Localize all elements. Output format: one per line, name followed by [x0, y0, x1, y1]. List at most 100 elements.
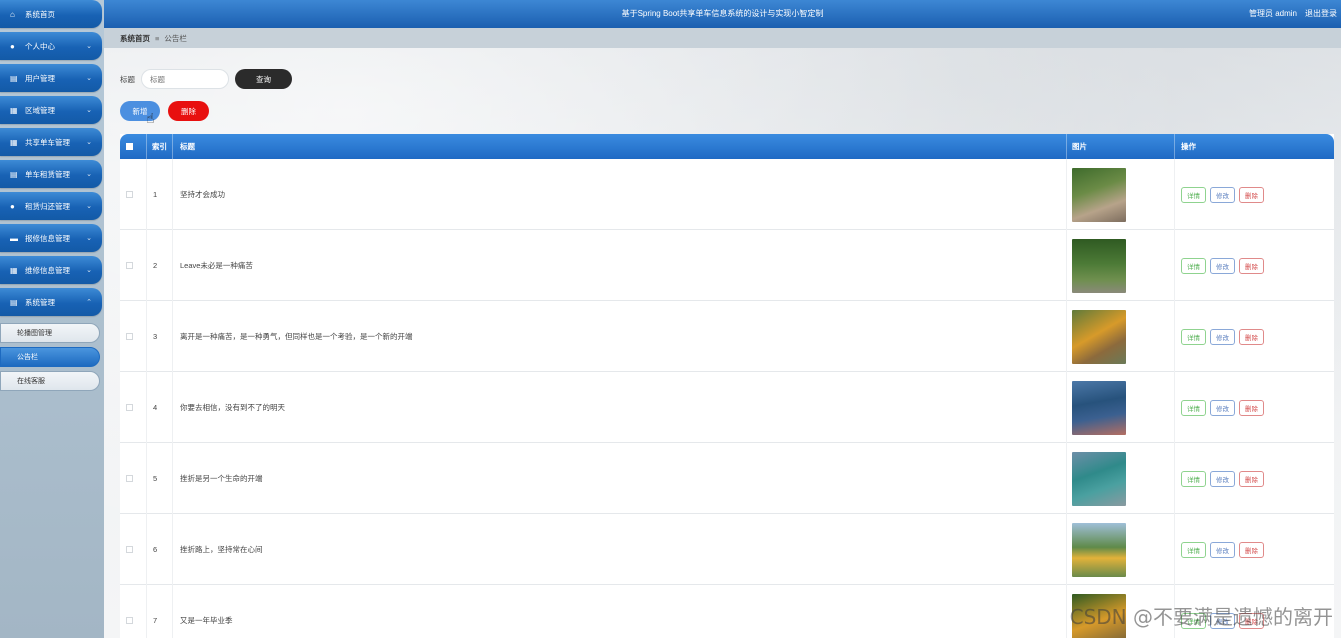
search-label: 标题: [120, 74, 135, 84]
user-icon: ●: [10, 201, 15, 211]
chevron-down-icon: ⌄: [86, 107, 92, 114]
sidebar-item-system[interactable]: ▤ 系统管理 ⌃: [0, 288, 102, 316]
detail-button[interactable]: 详情: [1181, 186, 1206, 203]
monitor-icon: ▬: [10, 233, 18, 243]
sidebar-subitem-label: 在线客服: [17, 378, 45, 385]
row-checkbox[interactable]: [126, 191, 133, 198]
watermark: CSDN @不要满是遗憾的离开: [1069, 605, 1333, 629]
table-row: 3 离开是一种痛苦，是一种勇气，但同样也是一个考验，是一个新的开端 详情 修改 删除: [120, 301, 1334, 372]
delete-button[interactable]: 删除: [1239, 470, 1264, 487]
hand-cursor-icon: ☝: [146, 110, 155, 126]
breadcrumb-current: 公告栏: [164, 33, 187, 43]
row-checkbox-cell: [126, 585, 146, 638]
sidebar-item-repair-reports[interactable]: ▬ 报修信息管理 ⌄: [0, 224, 102, 252]
edit-button[interactable]: 修改: [1210, 328, 1235, 345]
select-all-checkbox[interactable]: [126, 143, 133, 150]
delete-button[interactable]: 删除: [1239, 541, 1264, 558]
sidebar-item-areas[interactable]: ▦ 区域管理 ⌄: [0, 96, 102, 124]
current-user: 管理员 admin: [1248, 9, 1297, 18]
row-checkbox[interactable]: [126, 475, 133, 482]
sidebar-subitem-notice[interactable]: 公告栏: [0, 347, 100, 367]
edit-button[interactable]: 修改: [1210, 399, 1235, 416]
grid-icon: ▦: [10, 265, 18, 275]
edit-button[interactable]: 修改: [1210, 470, 1235, 487]
grid-icon: ▦: [10, 137, 18, 147]
search-input[interactable]: [141, 69, 229, 89]
row-checkbox[interactable]: [126, 404, 133, 411]
sidebar-item-maintenance[interactable]: ▦ 维修信息管理 ⌄: [0, 256, 102, 284]
delete-button[interactable]: 删除: [1239, 257, 1264, 274]
sidebar-item-label: 报修信息管理: [25, 233, 70, 243]
chevron-down-icon: ⌄: [86, 139, 92, 146]
sidebar-subitem-label: 公告栏: [17, 354, 38, 361]
query-button[interactable]: 查询: [235, 69, 292, 89]
breadcrumb: 系统首页 ≡ 公告栏: [104, 28, 1341, 48]
bike-photo: [1072, 309, 1126, 364]
row-actions: 详情 修改 删除: [1174, 301, 1334, 372]
edit-button[interactable]: 修改: [1210, 541, 1235, 558]
row-checkbox-cell: [126, 159, 146, 230]
chevron-down-icon: ⌄: [86, 75, 92, 82]
detail-button[interactable]: 详情: [1181, 328, 1206, 345]
row-image-cell: [1066, 372, 1174, 443]
sidebar-item-returns[interactable]: ● 租赁归还管理 ⌄: [0, 192, 102, 220]
document-icon: ▤: [10, 169, 18, 179]
bulk-delete-button[interactable]: 删除: [168, 101, 209, 121]
row-index: 1: [146, 159, 172, 230]
sidebar-item-home[interactable]: ⌂ 系统首页: [0, 0, 102, 28]
breadcrumb-separator-icon: ≡: [155, 33, 160, 43]
row-title: 坚持才会成功: [172, 159, 1066, 230]
bike-photo: [1072, 451, 1126, 506]
sidebar-item-label: 用户管理: [25, 73, 55, 83]
search-bar: 标题 查询: [120, 69, 292, 89]
document-icon: ▤: [10, 73, 18, 83]
detail-button[interactable]: 详情: [1181, 257, 1206, 274]
breadcrumb-home[interactable]: 系统首页: [120, 33, 150, 44]
row-checkbox-cell: [126, 514, 146, 585]
top-header: 基于Spring Boot共享单车信息系统的设计与实现小智定制 管理员 admi…: [104, 0, 1341, 28]
sidebar-item-users[interactable]: ▤ 用户管理 ⌄: [0, 64, 102, 92]
detail-button[interactable]: 详情: [1181, 541, 1206, 558]
row-checkbox[interactable]: [126, 617, 133, 624]
logout-link[interactable]: 退出登录: [1305, 8, 1337, 19]
row-index: 6: [146, 514, 172, 585]
delete-button[interactable]: 删除: [1239, 328, 1264, 345]
bike-photo: [1072, 167, 1126, 222]
sidebar-item-profile[interactable]: ● 个人中心 ⌄: [0, 32, 102, 60]
row-checkbox[interactable]: [126, 333, 133, 340]
bike-photo: [1072, 380, 1126, 435]
row-checkbox[interactable]: [126, 262, 133, 269]
row-actions: 详情 修改 删除: [1174, 159, 1334, 230]
sidebar-item-label: 系统管理: [25, 297, 55, 307]
row-checkbox[interactable]: [126, 546, 133, 553]
sidebar-subitem-carousel[interactable]: 轮播图管理: [0, 323, 100, 343]
row-title: 又是一年毕业季: [172, 585, 1066, 638]
edit-button[interactable]: 修改: [1210, 257, 1235, 274]
row-image-cell: [1066, 514, 1174, 585]
row-checkbox-cell: [126, 443, 146, 514]
detail-button[interactable]: 详情: [1181, 470, 1206, 487]
row-image-cell: [1066, 443, 1174, 514]
row-title: Leave未必是一种痛苦: [172, 230, 1066, 301]
row-index: 5: [146, 443, 172, 514]
row-index: 2: [146, 230, 172, 301]
table-row: 2 Leave未必是一种痛苦 详情 修改 删除: [120, 230, 1334, 301]
sidebar-item-rentals[interactable]: ▤ 单车租赁管理 ⌄: [0, 160, 102, 188]
delete-button[interactable]: 删除: [1239, 399, 1264, 416]
row-checkbox-cell: [126, 230, 146, 301]
sidebar-subitem-service[interactable]: 在线客服: [0, 371, 100, 391]
sidebar-item-bikes[interactable]: ▦ 共享单车管理 ⌄: [0, 128, 102, 156]
app-title: 基于Spring Boot共享单车信息系统的设计与实现小智定制: [621, 9, 824, 18]
row-checkbox-cell: [126, 301, 146, 372]
row-actions: 详情 修改 删除: [1174, 443, 1334, 514]
detail-button[interactable]: 详情: [1181, 399, 1206, 416]
table-row: 4 你要去相信，没有到不了的明天 详情 修改 删除: [120, 372, 1334, 443]
row-actions: 详情 修改 删除: [1174, 514, 1334, 585]
column-header-action: 操作: [1174, 134, 1334, 159]
row-checkbox-cell: [126, 372, 146, 443]
edit-button[interactable]: 修改: [1210, 186, 1235, 203]
row-image-cell: [1066, 301, 1174, 372]
row-image-cell: [1066, 230, 1174, 301]
sidebar-item-label: 个人中心: [25, 41, 55, 51]
delete-button[interactable]: 删除: [1239, 186, 1264, 203]
